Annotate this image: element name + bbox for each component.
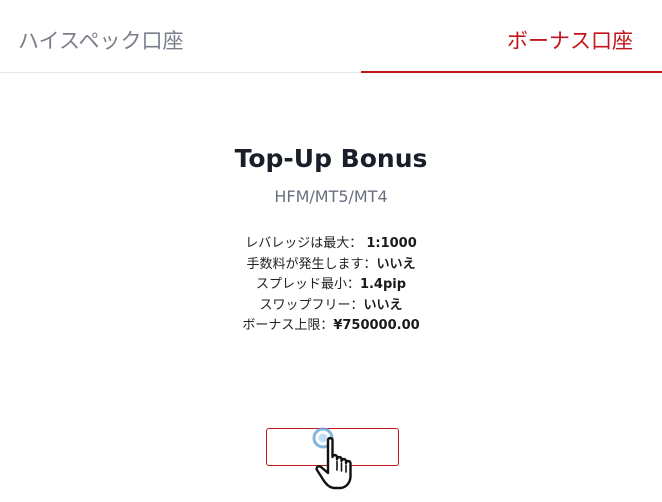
feature-label: 手数料が発生します： (246, 256, 377, 272)
tab-bonus-account-label: ボーナス口座 (507, 29, 633, 53)
feature-value: 1.4pip (359, 277, 407, 292)
feature-label: スワップフリー： (259, 297, 364, 313)
feature-label: レバレッジは最大： (245, 236, 367, 251)
plan-features-list: レバレッジは最大： 1:1000 手数料が発生します：いいえ スプレッド最小：1… (0, 234, 662, 337)
feature-row-spread: スプレッド最小：1.4pip (0, 275, 662, 296)
feature-value: いいえ (376, 256, 416, 272)
feature-row-commission: 手数料が発生します：いいえ (0, 255, 662, 276)
feature-value: 1:1000 (366, 236, 417, 251)
feature-row-leverage: レバレッジは最大： 1:1000 (0, 234, 662, 255)
plan-platforms: HFM/MT5/MT4 (274, 187, 388, 206)
feature-row-bonus-limit: ボーナス上限：¥750000.00 (0, 316, 662, 337)
account-type-tabs: ハイスペック口座 ボーナス口座 (0, 0, 662, 73)
tab-high-spec-account[interactable]: ハイスペック口座 (0, 0, 331, 72)
feature-label: ボーナス上限： (242, 318, 334, 333)
feature-value: ¥750000.00 (333, 318, 420, 333)
open-account-button[interactable] (266, 428, 399, 466)
feature-row-swap-free: スワップフリー：いいえ (0, 296, 662, 317)
feature-value: いいえ (363, 297, 403, 313)
feature-label: スプレッド最小： (255, 277, 360, 292)
plan-title: Top-Up Bonus (234, 144, 428, 173)
tab-high-spec-account-label: ハイスペック口座 (18, 29, 184, 53)
tab-bonus-account[interactable]: ボーナス口座 (331, 0, 662, 73)
active-tab-indicator (361, 71, 662, 73)
page: ハイスペック口座 ボーナス口座 Top-Up Bonus HFM/MT5/MT4… (0, 0, 662, 502)
